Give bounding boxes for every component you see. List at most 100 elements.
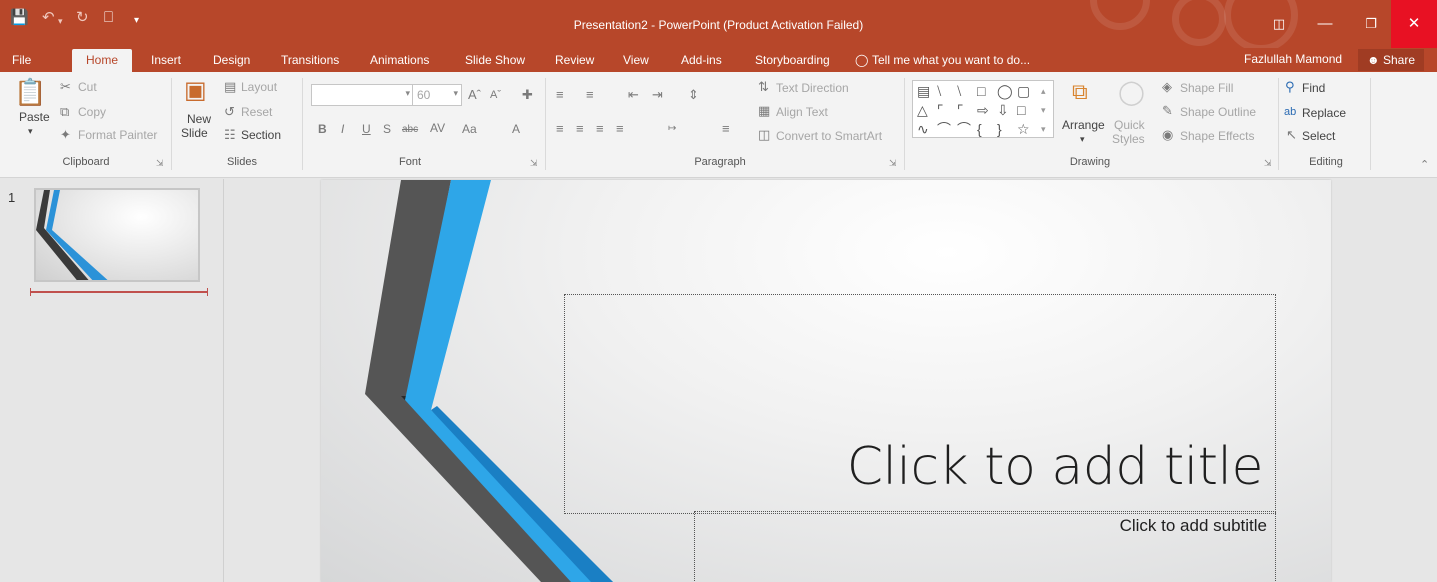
rectangle-shape-icon[interactable]: □ [977,84,985,98]
cut-button[interactable]: Cut [78,80,97,94]
shapes-gallery[interactable]: ▤ ⧵ ⧵ □ ◯ ▢ △ ⌜ ⌜ ⇨ ⇩ □ ∿ ⌒ ⌒ { } ☆ ▴ ▾ … [912,80,1054,138]
minimize-icon[interactable]: — [1302,0,1348,48]
title-placeholder[interactable]: Click to add title [564,294,1276,514]
slide-canvas[interactable]: Click to add title Click to add subtitle [321,180,1331,582]
columns-icon[interactable]: ≡ [722,122,730,136]
font-size-combo[interactable]: 60 ▾ [412,84,462,106]
tab-home[interactable]: Home [72,49,133,72]
arrange-button[interactable]: Arrange [1062,118,1105,132]
select-button[interactable]: Select [1302,129,1335,143]
format-painter-button[interactable]: Format Painter [78,128,157,142]
arc-shape-icon[interactable]: ⌒ [957,122,971,136]
shape-fill-icon: ◈ [1162,79,1172,94]
paragraph-launcher-icon[interactable]: ⇲ [889,158,897,169]
quick-styles-button[interactable]: Quick [1114,118,1145,132]
bold-icon[interactable]: B [318,122,327,136]
tab-storyboarding[interactable]: Storyboarding [755,52,830,68]
increase-font-icon[interactable]: Aˆ [468,88,481,102]
tab-file[interactable]: File [12,52,31,68]
brace-close-shape-icon[interactable]: } [997,122,1002,136]
tab-slide-show[interactable]: Slide Show [465,52,525,68]
shape-outline-button[interactable]: Shape Outline [1180,105,1256,119]
increase-indent-icon[interactable]: ⇥ [652,88,663,102]
tab-design[interactable]: Design [213,52,250,68]
text-direction-rtl-icon[interactable]: ↦ [668,122,676,136]
section-button[interactable]: Section [241,128,281,142]
copy-button[interactable]: Copy [78,105,106,119]
text-direction-button[interactable]: Text Direction [776,81,849,95]
decrease-font-icon[interactable]: Aˇ [490,88,501,102]
curve-shape-icon[interactable]: ∿ [917,122,929,136]
layout-button[interactable]: Layout [241,80,277,94]
connector-shape-icon[interactable]: ⌜ [937,103,944,117]
restore-icon[interactable]: ❐ [1348,0,1394,48]
drawing-launcher-icon[interactable]: ⇲ [1264,158,1272,169]
font-name-combo[interactable]: ▾ [311,84,414,106]
callout-shape-icon[interactable]: □ [1017,103,1025,117]
tab-animations[interactable]: Animations [370,52,429,68]
quick-styles-icon: ◯ [1118,79,1145,106]
lightbulb-icon: ◯ [855,53,869,67]
slide-thumbnail[interactable] [34,188,200,282]
textbox-shape-icon[interactable]: ▤ [917,84,930,98]
collapse-ribbon-icon[interactable]: ⌃ [1420,158,1429,172]
underline-icon[interactable]: U [362,122,371,136]
shadow-icon[interactable]: S [383,122,391,136]
line-shape-icon[interactable]: ⧵ [937,84,941,98]
close-icon[interactable]: ✕ [1391,0,1437,48]
align-right-icon[interactable]: ≡ [596,122,604,136]
share-button[interactable]: ☻ Share [1358,49,1424,71]
new-slide-label[interactable]: New [187,112,211,126]
tab-insert[interactable]: Insert [151,52,181,68]
strikethrough-icon[interactable]: abc [402,123,418,137]
find-button[interactable]: Find [1302,81,1325,95]
subtitle-placeholder[interactable]: Click to add subtitle [694,511,1276,582]
decrease-indent-icon[interactable]: ⇤ [628,88,639,102]
paste-icon: 📋 [14,77,47,107]
shape-fill-button[interactable]: Shape Fill [1180,81,1233,95]
font-color-icon[interactable]: A [512,122,520,136]
tell-me-box[interactable]: Tell me what you want to do... [872,52,1030,68]
ribbon-display-icon[interactable]: ◫ [1256,0,1302,48]
connector-shape-icon[interactable]: ⌜ [957,103,964,117]
bullets-icon[interactable]: ≡ [556,88,564,102]
user-name[interactable]: Fazlullah Mamond [1244,52,1342,66]
gallery-more-icon[interactable]: ▾ [1041,122,1046,136]
reset-button[interactable]: Reset [241,105,272,119]
convert-smartart-button[interactable]: Convert to SmartArt [776,129,882,143]
tab-review[interactable]: Review [555,52,594,68]
tab-transitions[interactable]: Transitions [281,52,339,68]
line-spacing-icon[interactable]: ⇕ [688,88,699,102]
tab-add-ins[interactable]: Add-ins [681,52,722,68]
align-text-button[interactable]: Align Text [776,105,828,119]
oval-shape-icon[interactable]: ◯ [997,84,1013,98]
clear-formatting-icon[interactable]: ✚ [522,88,533,102]
font-launcher-icon[interactable]: ⇲ [530,158,538,169]
replace-icon: ab [1284,106,1297,118]
replace-button[interactable]: Replace [1302,106,1346,120]
quick-styles-button-2[interactable]: Styles [1112,132,1145,146]
arrow-down-shape-icon[interactable]: ⇩ [997,103,1009,117]
new-slide-label-2[interactable]: Slide [181,126,208,140]
justify-icon[interactable]: ≡ [616,122,624,136]
gallery-up-icon[interactable]: ▴ [1041,84,1046,98]
numbering-icon[interactable]: ≡ [586,88,594,102]
gallery-down-icon[interactable]: ▾ [1041,103,1046,117]
italic-icon[interactable]: I [341,122,344,136]
triangle-shape-icon[interactable]: △ [917,103,928,117]
shape-effects-button[interactable]: Shape Effects [1180,129,1255,143]
clipboard-launcher-icon[interactable]: ⇲ [156,158,164,169]
tab-view[interactable]: View [623,52,649,68]
paragraph-group-label: Paragraph [694,156,746,168]
char-spacing-icon[interactable]: AV [430,121,445,135]
align-left-icon[interactable]: ≡ [556,122,564,136]
change-case-icon[interactable]: Aa [462,122,477,136]
star-shape-icon[interactable]: ☆ [1017,122,1030,136]
brace-open-shape-icon[interactable]: { [977,122,982,136]
freeform-shape-icon[interactable]: ⌒ [937,122,951,136]
rounded-rect-shape-icon[interactable]: ▢ [1017,84,1030,98]
line-shape-icon[interactable]: ⧵ [957,84,961,98]
drawing-group-label: Drawing [1069,156,1111,168]
align-center-icon[interactable]: ≡ [576,122,584,136]
arrow-right-shape-icon[interactable]: ⇨ [977,103,989,117]
